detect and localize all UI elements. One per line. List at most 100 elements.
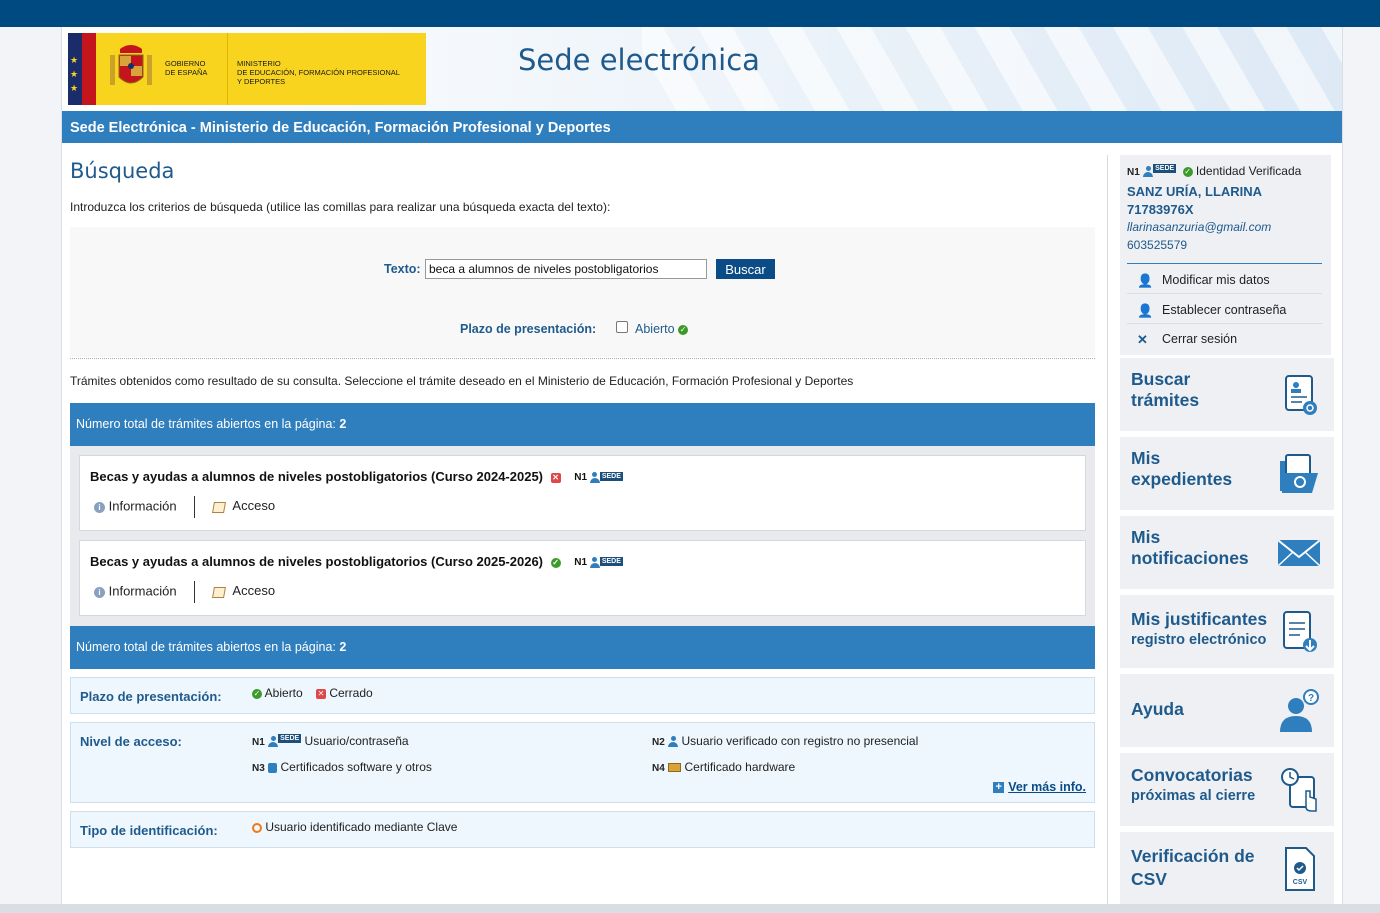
user-icon [1143, 166, 1154, 178]
user-icon [589, 471, 600, 483]
svg-text:CSV: CSV [1293, 879, 1308, 886]
user-email: llarinasanzuria@gmail.com [1127, 220, 1272, 234]
tramite-links: i Información Acceso [94, 496, 275, 518]
tile-label: Buscar trámites [1131, 369, 1199, 411]
user-edit-icon: 👤 [1137, 273, 1154, 288]
plazo-filter-label: Plazo de presentación: [460, 322, 597, 336]
list-item: Becas y ayudas a alumnos de niveles post… [79, 455, 1086, 531]
link-separator [194, 496, 196, 518]
site-header: ★ ★ ★ GOBIERNO DE ESPAÑA MINISTERIO DE E… [62, 27, 1342, 111]
results-list: Becas y ayudas a alumnos de niveles post… [70, 446, 1095, 626]
tipo-legend: Tipo de identificación: Usuario identifi… [70, 811, 1095, 848]
user-key-icon: 👤 [1137, 303, 1154, 318]
hardware-token-icon [668, 763, 682, 773]
legend-nivel-label: Nivel de acceso: [80, 734, 182, 749]
tile-ayuda[interactable]: Ayuda ? [1120, 674, 1334, 747]
user-divider [1127, 263, 1322, 264]
n3-code: N3 [252, 763, 265, 774]
n4-text: Certificado hardware [684, 760, 796, 774]
search-input[interactable] [425, 259, 707, 279]
more-info-link[interactable]: + Ver más info. [993, 780, 1086, 794]
search-button[interactable]: Buscar [716, 259, 775, 279]
access-link[interactable]: Acceso [232, 583, 275, 598]
tile-convocatorias[interactable]: Convocatorias próximas al cierre [1120, 753, 1334, 826]
modify-data-link[interactable]: 👤 Modificar mis datos [1127, 265, 1322, 294]
ministry-bar-title[interactable]: Sede Electrónica - Ministerio de Educaci… [70, 120, 611, 136]
csv-document-icon: CSV [1285, 847, 1315, 891]
info-link[interactable]: Información [109, 583, 177, 598]
search-text-label: Texto: [384, 262, 421, 276]
clave-text: Usuario identificado mediante Clave [265, 820, 458, 834]
tile-line1: Mis justificantes [1131, 609, 1268, 629]
tile-line2: trámites [1131, 390, 1200, 410]
edit-icon [211, 586, 226, 598]
n1-code: N1 [252, 737, 265, 748]
tile-label: Convocatorias próximas al cierre [1131, 765, 1255, 807]
tile-mis-expedientes[interactable]: Mis expedientes [1120, 437, 1334, 510]
tile-line1: Convocatorias [1131, 765, 1253, 785]
more-info-text: Ver más info. [1008, 780, 1086, 794]
n3-text: Certificados software y otros [280, 760, 432, 774]
tramite-title-text[interactable]: Becas y ayudas a alumnos de niveles post… [90, 469, 543, 484]
legend-cerrado-text: Cerrado [329, 686, 373, 700]
tramite-title-text[interactable]: Becas y ayudas a alumnos de niveles post… [90, 554, 543, 569]
legend-tipo-label: Tipo de identificación: [80, 823, 218, 838]
legend-n3: N3 Certificados software y otros [252, 760, 432, 774]
government-logo[interactable]: ★ ★ ★ GOBIERNO DE ESPAÑA MINISTERIO DE E… [68, 33, 426, 105]
info-link[interactable]: Información [109, 498, 177, 513]
access-level: N1 SEDE [574, 556, 623, 569]
site-title[interactable]: Sede electrónica [518, 43, 760, 77]
search-intro: Introduzca los criterios de búsqueda (ut… [70, 200, 611, 214]
abierto-checkbox[interactable] [616, 321, 628, 333]
logout-label: Cerrar sesión [1162, 332, 1238, 346]
search-form: Texto: Buscar Plazo de presentación: Abi… [70, 227, 1095, 357]
tile-label: Verificación de CSV [1131, 845, 1255, 891]
set-password-link[interactable]: 👤 Establecer contraseña [1127, 295, 1322, 324]
verified-text: Identidad Verificada [1195, 164, 1302, 178]
check-icon: ✓ [1182, 166, 1193, 177]
divider [70, 358, 1095, 359]
check-icon: ✓ [252, 688, 262, 699]
legend-cerrado: ✕ Cerrado [316, 686, 373, 700]
window-bottom-strip [0, 904, 1380, 913]
user-id: 71783976X [1127, 202, 1194, 217]
page-title: Búsqueda [70, 159, 175, 183]
user-panel: N1 SEDE ✓ Identidad Verificada SANZ URÍA… [1120, 155, 1331, 355]
verified-user-icon [668, 736, 679, 748]
legend-clave: Usuario identificado mediante Clave [252, 820, 457, 834]
tile-buscar-tramites[interactable]: Buscar trámites [1120, 358, 1334, 431]
help-user-icon: ? [1280, 689, 1319, 732]
top-bar [0, 0, 1380, 27]
sede-badge: SEDE [1153, 164, 1177, 173]
tile-line1: Ayuda [1131, 699, 1184, 719]
nivel-legend: Nivel de acceso: N1 SEDE Usuario/contras… [70, 722, 1095, 803]
ministry-bar: Sede Electrónica - Ministerio de Educaci… [62, 111, 1342, 143]
clock-document-icon [1281, 768, 1317, 812]
results-total-bar: Número total de trámites abiertos en la … [70, 403, 1095, 446]
tile-mis-justificantes[interactable]: Mis justificantes registro electrónico [1120, 595, 1334, 668]
results-total-bar: Número total de trámites abiertos en la … [70, 626, 1095, 669]
access-level: N1 SEDE [574, 471, 623, 483]
tile-mis-notificaciones[interactable]: Mis notificaciones [1120, 516, 1334, 589]
tile-line1: Buscar [1131, 369, 1191, 389]
closed-icon: ✕ [316, 688, 326, 699]
total-value: 2 [339, 640, 347, 654]
sede-badge: SEDE [599, 556, 623, 566]
tile-label: Mis expedientes [1131, 448, 1232, 490]
total-label: Número total de trámites abiertos en la … [76, 640, 336, 654]
search-document-icon [1285, 375, 1317, 415]
tile-verificacion-csv[interactable]: Verificación de CSV CSV [1120, 832, 1334, 905]
legend-plazo-label: Plazo de presentación: [80, 689, 222, 704]
clave-icon [252, 822, 262, 833]
closed-icon: ✕ [550, 472, 561, 483]
logout-link[interactable]: ✕ Cerrar sesión [1127, 324, 1322, 353]
access-link[interactable]: Acceso [232, 498, 275, 513]
tramite-links: i Información Acceso [94, 581, 275, 603]
sede-badge: SEDE [278, 734, 302, 743]
logo-ministerio-text: MINISTERIO DE EDUCACIÓN, FORMACIÓN PROFE… [237, 59, 400, 86]
access-level-code: N1 [574, 557, 588, 569]
list-item: Becas y ayudas a alumnos de niveles post… [79, 540, 1086, 616]
user-icon [268, 736, 279, 748]
abierto-option[interactable]: Abierto ✓ [635, 322, 689, 336]
user-level: N1 [1127, 167, 1140, 178]
